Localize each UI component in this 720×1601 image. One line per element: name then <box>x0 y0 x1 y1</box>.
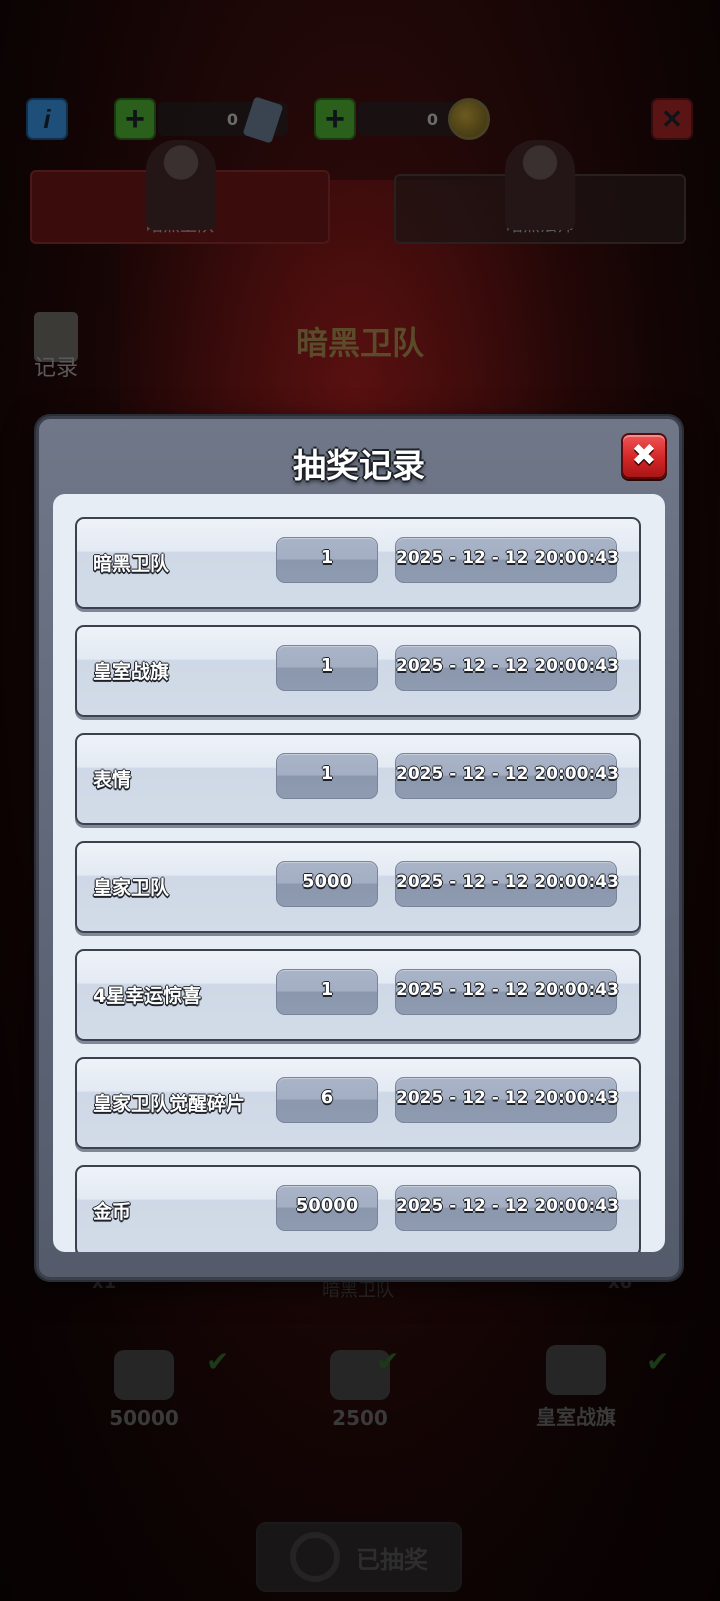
draw-status-button[interactable]: 已抽奖 <box>256 1522 462 1592</box>
reward-label: 50000 <box>109 1406 179 1430</box>
record-count: 1 <box>276 537 378 583</box>
draw-record-dialog: 抽奖记录 ✖ 暗黑卫队 1 2025 - 12 - 12 20:00:43 皇室… <box>36 416 682 1280</box>
record-row: 皇室战旗 1 2025 - 12 - 12 20:00:43 <box>75 625 641 717</box>
record-item-name: 表情 <box>93 769 132 791</box>
record-item-name: 皇家卫队 <box>93 877 170 899</box>
record-row: 金币 50000 2025 - 12 - 12 20:00:43 <box>75 1165 641 1252</box>
coin-count: 0 <box>426 109 438 129</box>
spinner-icon <box>290 1532 340 1582</box>
record-time: 2025 - 12 - 12 20:00:43 <box>395 537 619 583</box>
info-icon: i <box>43 103 51 134</box>
record-time: 2025 - 12 - 12 20:00:43 <box>395 1077 619 1123</box>
record-list-panel[interactable]: 暗黑卫队 1 2025 - 12 - 12 20:00:43 皇室战旗 1 20… <box>53 494 665 1252</box>
ticket-count: 0 <box>226 109 238 129</box>
dark-guard-portrait <box>146 140 216 230</box>
close-icon: ✖ <box>631 438 657 473</box>
record-time: 2025 - 12 - 12 20:00:43 <box>395 753 619 799</box>
close-page-button[interactable]: ✕ <box>651 98 693 140</box>
reward-icon <box>546 1345 606 1395</box>
record-count: 5000 <box>276 861 378 907</box>
coin-icon <box>448 98 490 140</box>
record-count: 1 <box>276 969 378 1015</box>
check-icon: ✔ <box>646 1345 670 1378</box>
check-icon: ✔ <box>376 1345 400 1378</box>
dark-mage-portrait <box>505 140 575 230</box>
add-coin-button[interactable]: + <box>314 98 356 140</box>
plus-icon: + <box>125 100 145 138</box>
draw-status-label: 已抽奖 <box>356 1545 428 1574</box>
record-item-name: 皇室战旗 <box>93 661 170 683</box>
info-button[interactable]: i <box>26 98 68 140</box>
record-time: 2025 - 12 - 12 20:00:43 <box>395 645 619 691</box>
record-time: 2025 - 12 - 12 20:00:43 <box>395 969 619 1015</box>
record-row: 皇家卫队 5000 2025 - 12 - 12 20:00:43 <box>75 841 641 933</box>
record-item-name: 4星幸运惊喜 <box>93 985 202 1007</box>
record-row: 表情 1 2025 - 12 - 12 20:00:43 <box>75 733 641 825</box>
scene-title: 暗黑卫队 <box>295 324 424 362</box>
reward-item: 2500 <box>270 1340 450 1430</box>
record-count: 50000 <box>276 1185 378 1231</box>
reward-label: 皇室战旗 <box>536 1405 616 1429</box>
record-item-name: 皇家卫队觉醒碎片 <box>93 1093 246 1115</box>
record-count: 1 <box>276 753 378 799</box>
record-time: 2025 - 12 - 12 20:00:43 <box>395 861 619 907</box>
record-row: 暗黑卫队 1 2025 - 12 - 12 20:00:43 <box>75 517 641 609</box>
dialog-title: 抽奖记录 <box>293 446 425 485</box>
record-row: 4星幸运惊喜 1 2025 - 12 - 12 20:00:43 <box>75 949 641 1041</box>
record-time: 2025 - 12 - 12 20:00:43 <box>395 1185 619 1231</box>
record-list: 暗黑卫队 1 2025 - 12 - 12 20:00:43 皇室战旗 1 20… <box>75 517 643 1252</box>
record-count: 1 <box>276 645 378 691</box>
reward-icon <box>114 1350 174 1400</box>
record-row: 皇家卫队觉醒碎片 6 2025 - 12 - 12 20:00:43 <box>75 1057 641 1149</box>
reward-label: 2500 <box>332 1406 388 1430</box>
dialog-close-button[interactable]: ✖ <box>621 433 667 479</box>
record-count: 6 <box>276 1077 378 1123</box>
record-item-name: 暗黑卫队 <box>93 553 170 575</box>
check-icon: ✔ <box>206 1345 230 1378</box>
reward-item: 皇室战旗 <box>486 1340 666 1430</box>
close-icon: ✕ <box>661 103 683 134</box>
add-ticket-button[interactable]: + <box>114 98 156 140</box>
record-item-name: 金币 <box>93 1201 132 1223</box>
plus-icon: + <box>325 100 345 138</box>
